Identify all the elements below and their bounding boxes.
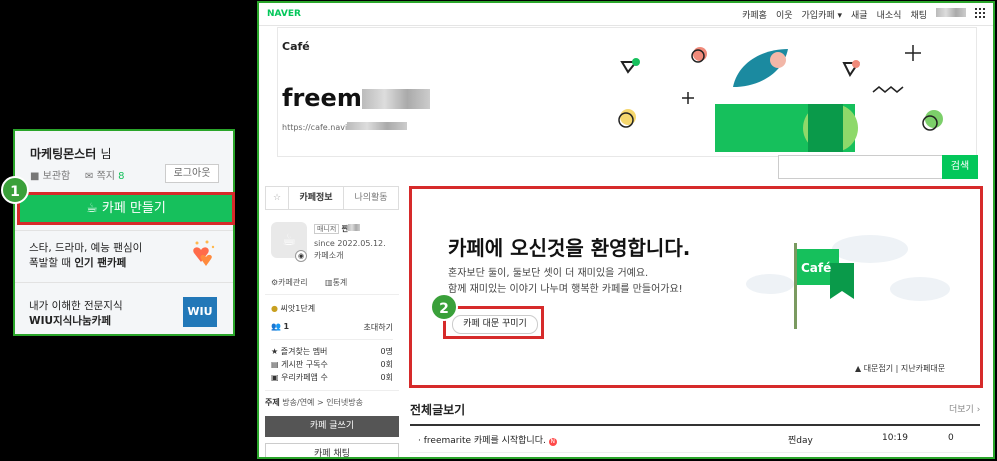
star-icon: ★ xyxy=(271,347,279,356)
cafe-page-screenshot: NAVER 카페홈 이웃 가입카페 ▾ 새글 내소식 채팅 Café freem… xyxy=(257,1,995,459)
nav-my-news[interactable]: 내소식 xyxy=(877,8,902,21)
cafe-intro-link[interactable]: 카페소개 xyxy=(314,250,343,261)
coffee-icon: ☕ xyxy=(86,201,98,216)
post-author[interactable]: 찐day xyxy=(788,433,813,446)
naver-logo[interactable]: NAVER xyxy=(267,9,301,19)
decorate-highlight: 카페 대문 꾸미기 xyxy=(443,306,544,339)
folder-icon: ■ xyxy=(30,171,40,182)
welcome-line: 혼자보단 둘이, 둘보단 셋이 더 재미있을 거예요. xyxy=(448,268,649,279)
cafe-search-input[interactable] xyxy=(778,155,943,179)
cafe-header: Café freem https://cafe.navi xyxy=(277,27,977,157)
nav-neighbors[interactable]: 이웃 xyxy=(776,8,793,21)
new-badge: N xyxy=(548,438,557,446)
stats-link[interactable]: ▥통계 xyxy=(325,277,347,288)
promo-fancafe[interactable]: 스타, 드라마, 예능 팬심이 폭발할 때 인기 팬카페 xyxy=(29,241,142,271)
welcome-text: 혼자보단 둘이, 둘보단 셋이 더 재미있을 거예요. 함께 재미있는 이야기 … xyxy=(448,266,683,298)
header-illustration xyxy=(618,45,943,152)
cafe-title[interactable]: freem xyxy=(282,84,430,112)
seed-icon: ● xyxy=(271,304,278,313)
promo-line: WIU지식나눔카페 xyxy=(29,315,111,327)
account-panel: 마케팅몬스터 님 ■ 보관함 ✉ 쪽지 8 로그아웃 스타, 드라마, 예능 팬… xyxy=(13,129,235,336)
logout-button[interactable]: 로그아웃 xyxy=(165,164,219,183)
manager-tag: 매니저 xyxy=(314,224,340,234)
nav-joined-cafe[interactable]: 가입카페 ▾ xyxy=(802,8,843,21)
grid-icon[interactable] xyxy=(975,8,985,21)
notes-label: 쪽지 xyxy=(96,171,115,182)
welcome-title: 카페에 오신것을 환영합니다. xyxy=(448,236,691,260)
prev-banner-link[interactable]: 지난카페대문 xyxy=(901,364,945,373)
blurred-url xyxy=(347,122,408,130)
stat-row: ★ 즐겨찾는 멤버 0명 xyxy=(271,347,393,356)
manager-info: 매니저 찐 xyxy=(314,224,361,234)
promo-line: 내가 이해한 전문지식 xyxy=(29,300,123,312)
honorific: 님 xyxy=(100,147,112,161)
cafe-level: ● 씨앗1단계 xyxy=(271,304,316,313)
all-posts-title[interactable]: 전체글보기 xyxy=(410,401,465,418)
table-row[interactable]: · freemarite 카페를 시작합니다. N 찐day 10:19 0 xyxy=(410,424,980,453)
write-post-button[interactable]: 카페 글쓰기 xyxy=(265,416,399,437)
cafe-manage-link[interactable]: ⚙카페관리 xyxy=(271,277,308,288)
blurred-title xyxy=(361,89,430,109)
notes-link[interactable]: ✉ 쪽지 8 xyxy=(85,167,125,182)
storage-link[interactable]: ■ 보관함 xyxy=(30,167,70,182)
flag-cafe-label: Café xyxy=(801,261,832,275)
nav-cafe-home[interactable]: 카페홈 xyxy=(742,8,767,21)
invite-link[interactable]: 초대하기 xyxy=(364,322,393,333)
promo-wiu[interactable]: 내가 이해한 전문지식 WIU지식나눔카페 xyxy=(29,299,123,329)
top-bar: NAVER 카페홈 이웃 가입카페 ▾ 새글 내소식 채팅 xyxy=(259,3,993,26)
tab-cafe-info[interactable]: 카페정보 xyxy=(289,187,343,209)
decorate-banner-button[interactable]: 카페 대문 꾸미기 xyxy=(452,315,538,334)
members-icon: 👥 xyxy=(271,322,281,331)
board-icon: ▤ xyxy=(271,360,279,369)
blurred-profile[interactable] xyxy=(936,8,966,17)
more-link[interactable]: 더보기 › xyxy=(949,402,980,415)
step-badge-1: 1 xyxy=(1,176,29,204)
wiu-logo: WIU xyxy=(183,297,217,327)
hearts-icon xyxy=(185,239,219,271)
cafe-sidebar: ☆ 카페정보 나의활동 ☕ ◉ 매니저 찐 since 2022.05.12. … xyxy=(265,186,399,457)
stat-row: ▣ 우리카페앱 수 0회 xyxy=(271,373,393,382)
star-icon[interactable]: ☆ xyxy=(266,187,289,209)
members-row: 👥 1 초대하기 xyxy=(271,322,393,333)
username[interactable]: 마케팅몬스터 xyxy=(30,147,96,161)
fold-banner-link[interactable]: ▲ 대문접기 xyxy=(855,364,893,373)
post-views: 0 xyxy=(948,433,954,443)
blurred-manager xyxy=(348,224,361,231)
notes-count: 8 xyxy=(118,171,125,182)
storage-label: 보관함 xyxy=(42,171,71,182)
mail-icon: ✉ xyxy=(85,171,94,182)
post-time: 10:19 xyxy=(882,433,908,443)
promo-line: 폭발할 때 인기 팬카페 xyxy=(29,257,127,269)
search-button[interactable]: 검색 xyxy=(942,155,978,179)
cafe-chat-button[interactable]: 카페 채팅 xyxy=(265,443,399,457)
nav-new-posts[interactable]: 새글 xyxy=(851,8,868,21)
post-title[interactable]: · freemarite 카페를 시작합니다. N xyxy=(418,433,557,446)
cafe-brand: Café xyxy=(282,40,310,53)
welcome-line: 함께 재미있는 이야기 나누며 행복한 카페를 만들어가요! xyxy=(448,284,683,295)
welcome-banner: 카페에 오신것을 환영합니다. 혼자보단 둘이, 둘보단 셋이 더 재미있을 거… xyxy=(409,186,983,388)
nav-chat[interactable]: 채팅 xyxy=(910,8,927,21)
top-nav: 카페홈 이웃 가입카페 ▾ 새글 내소식 채팅 xyxy=(742,8,985,21)
make-cafe-button[interactable]: ☕ 카페 만들기 xyxy=(17,192,235,225)
chart-icon: ▥ xyxy=(325,278,333,287)
since-date: since 2022.05.12. xyxy=(314,239,386,248)
make-cafe-label: 카페 만들기 xyxy=(101,201,166,216)
camera-icon[interactable]: ◉ xyxy=(295,250,307,262)
app-icon: ▣ xyxy=(271,373,279,382)
divider xyxy=(15,282,233,283)
tab-my-activity[interactable]: 나의활동 xyxy=(343,187,398,209)
user-greeting: 마케팅몬스터 님 xyxy=(30,145,111,162)
stat-row: ▤ 게시판 구독수 0회 xyxy=(271,360,393,369)
step-badge-2: 2 xyxy=(430,293,458,321)
banner-links: ▲ 대문접기 | 지난카페대문 xyxy=(855,364,946,373)
divider xyxy=(15,230,233,231)
cafe-topic: 주제 방송/연예 > 인터넷방송 xyxy=(265,390,399,408)
promo-line: 스타, 드라마, 예능 팬심이 xyxy=(29,242,143,254)
cafe-url[interactable]: https://cafe.navi xyxy=(282,122,408,132)
welcome-illustration xyxy=(746,235,950,329)
